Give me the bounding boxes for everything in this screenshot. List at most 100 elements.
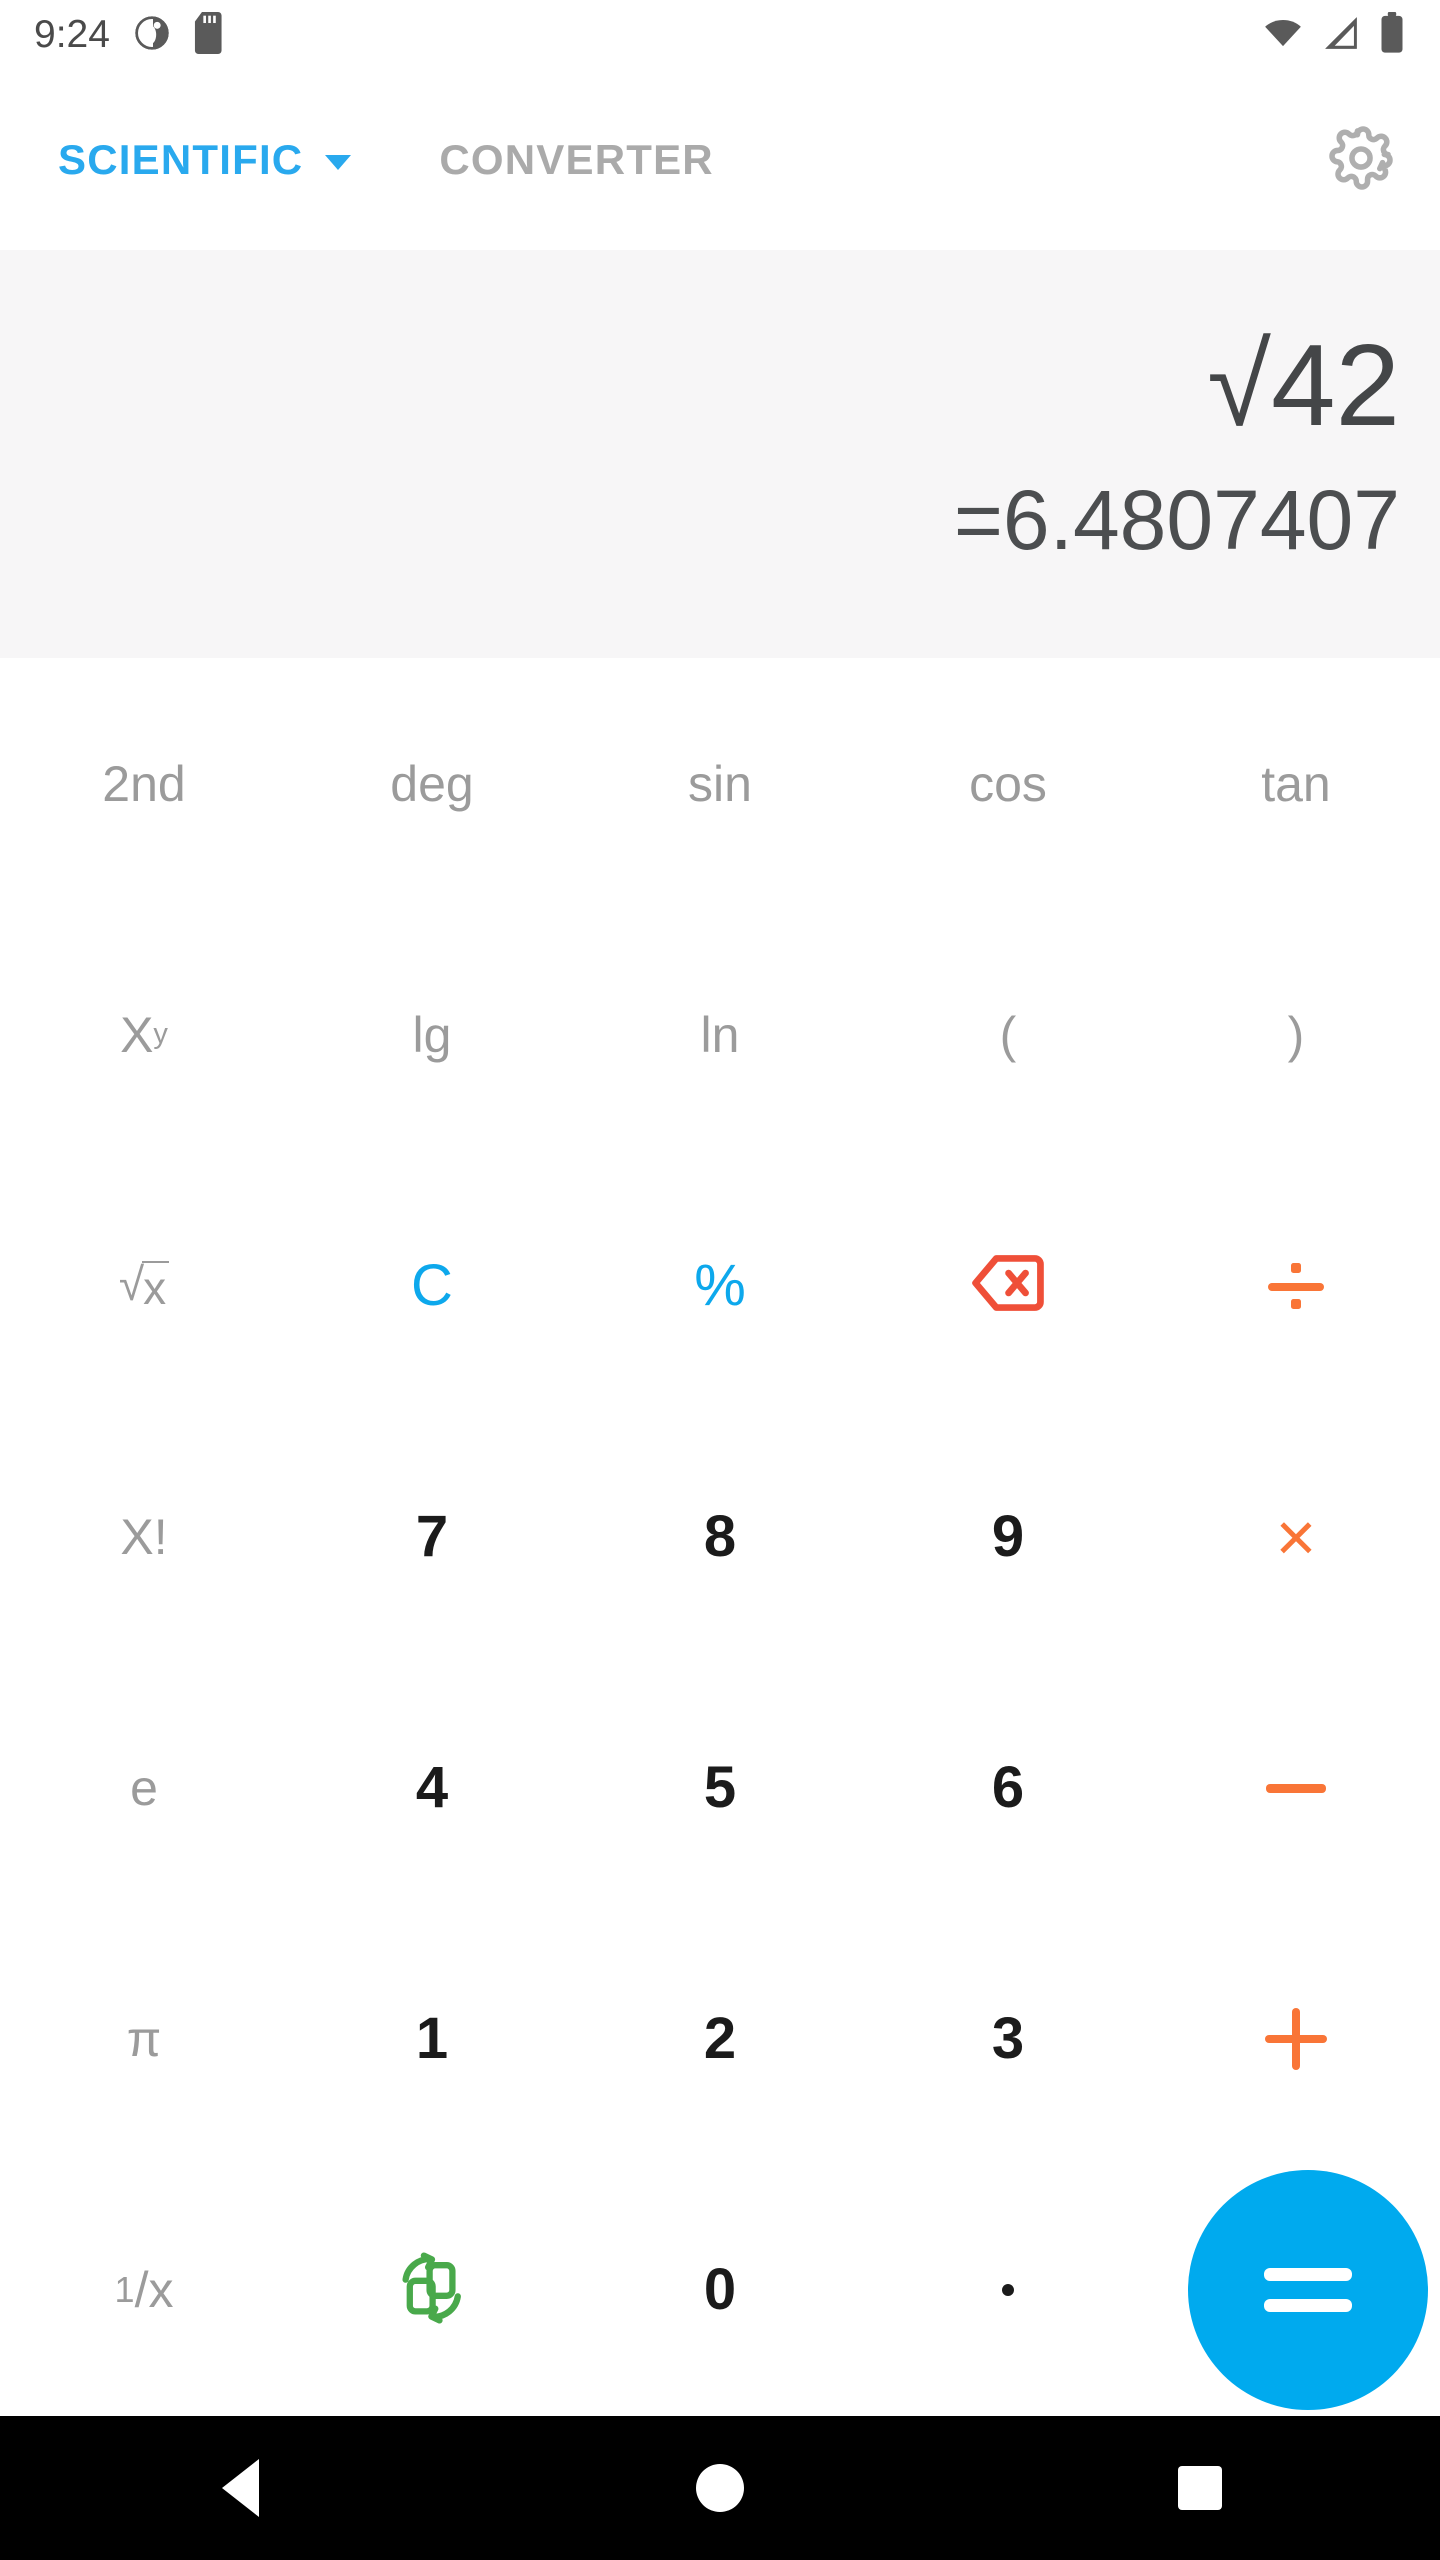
sd-card-icon bbox=[194, 11, 226, 59]
android-nav-bar bbox=[0, 2416, 1440, 2560]
key-digit-8[interactable]: 8 bbox=[576, 1411, 864, 1662]
plus-icon bbox=[1265, 2008, 1327, 2071]
key-digit-6[interactable]: 6 bbox=[864, 1663, 1152, 1914]
key-backspace[interactable] bbox=[864, 1160, 1152, 1411]
key-subtract[interactable] bbox=[1152, 1663, 1440, 1914]
tab-converter[interactable]: CONVERTER bbox=[439, 136, 714, 184]
key-label: X! bbox=[120, 1508, 168, 1565]
decimal-dot-icon bbox=[1002, 2284, 1014, 2297]
key-digit-0[interactable]: 0 bbox=[576, 2165, 864, 2416]
key-digit-4[interactable]: 4 bbox=[288, 1663, 576, 1914]
app-screen: 9:24 SCIENTIFIC CONVERTER √42 =6.4807407… bbox=[0, 0, 1440, 2560]
chevron-down-icon[interactable] bbox=[325, 154, 352, 170]
equals-fab[interactable] bbox=[1188, 2170, 1428, 2411]
calculator-display[interactable]: √42 =6.4807407 bbox=[0, 250, 1440, 658]
do-not-disturb-icon bbox=[132, 13, 172, 58]
equals-icon-bottom bbox=[1264, 2299, 1352, 2313]
key-square-root[interactable]: √ x bbox=[0, 1160, 288, 1411]
nav-recents-button[interactable] bbox=[1125, 2416, 1275, 2560]
minus-icon bbox=[1266, 1783, 1326, 1793]
key-label: ( bbox=[999, 1006, 1017, 1063]
multiply-icon: × bbox=[1275, 1497, 1317, 1576]
equals-icon-top bbox=[1264, 2268, 1352, 2282]
key-natural-log[interactable]: ln bbox=[576, 909, 864, 1160]
cellular-signal-icon bbox=[1320, 12, 1362, 59]
key-label: 8 bbox=[703, 1503, 737, 1569]
key-digit-3[interactable]: 3 bbox=[864, 1914, 1152, 2165]
key-digit-2[interactable]: 2 bbox=[576, 1914, 864, 2165]
tab-scientific[interactable]: SCIENTIFIC bbox=[58, 136, 352, 184]
expression-text: √42 bbox=[1207, 320, 1400, 451]
key-factorial[interactable]: X! bbox=[0, 1411, 288, 1662]
status-bar-left: 9:24 bbox=[34, 11, 226, 59]
nav-back-button[interactable] bbox=[165, 2416, 315, 2560]
key-tangent[interactable]: tan bbox=[1152, 658, 1440, 909]
tab-bar: SCIENTIFIC CONVERTER bbox=[0, 70, 1440, 250]
key-label: sin bbox=[688, 755, 752, 812]
key-second-function[interactable]: 2nd bbox=[0, 658, 288, 909]
power-exponent: y bbox=[153, 1018, 168, 1051]
key-sine[interactable]: sin bbox=[576, 658, 864, 909]
key-label: % bbox=[694, 1252, 746, 1318]
key-label: Xy bbox=[120, 1010, 168, 1060]
key-digit-7[interactable]: 7 bbox=[288, 1411, 576, 1662]
status-bar: 9:24 bbox=[0, 0, 1440, 70]
backspace-icon bbox=[970, 1252, 1046, 1319]
key-euler-e[interactable]: e bbox=[0, 1663, 288, 1914]
key-label: 2 bbox=[703, 2006, 737, 2072]
key-digit-5[interactable]: 5 bbox=[576, 1663, 864, 1914]
key-digit-1[interactable]: 1 bbox=[288, 1914, 576, 2165]
key-open-parenthesis[interactable]: ( bbox=[864, 909, 1152, 1160]
key-add[interactable] bbox=[1152, 1914, 1440, 2165]
status-clock: 9:24 bbox=[34, 13, 110, 56]
key-reciprocal[interactable]: 1/x bbox=[0, 2165, 288, 2416]
key-percent[interactable]: % bbox=[576, 1160, 864, 1411]
key-equals[interactable] bbox=[1152, 2165, 1440, 2416]
key-label: 4 bbox=[415, 1755, 449, 1821]
battery-icon bbox=[1378, 11, 1406, 59]
key-decimal-point[interactable] bbox=[864, 2165, 1152, 2416]
key-power-x-y[interactable]: Xy bbox=[0, 909, 288, 1160]
key-cosine[interactable]: cos bbox=[864, 658, 1152, 909]
result-text: =6.4807407 bbox=[953, 473, 1400, 568]
key-label: 2nd bbox=[102, 755, 186, 812]
key-label: π bbox=[126, 2011, 162, 2068]
key-label: ln bbox=[700, 1006, 740, 1063]
recents-icon bbox=[1178, 2466, 1222, 2510]
key-swap-units[interactable] bbox=[288, 2165, 576, 2416]
key-label: deg bbox=[390, 755, 474, 812]
key-label: 5 bbox=[703, 1755, 737, 1821]
square-root-icon: √ x bbox=[119, 1260, 170, 1311]
swap-icon bbox=[393, 2249, 471, 2332]
key-label: 3 bbox=[991, 2006, 1025, 2072]
power-base: X bbox=[120, 1006, 154, 1063]
keypad: 2nd deg sin cos tan Xy lg ln ( ) √x C % bbox=[0, 658, 1440, 2416]
key-label: 1 bbox=[415, 2006, 449, 2072]
divide-icon bbox=[1265, 1255, 1327, 1317]
key-angle-unit-deg[interactable]: deg bbox=[288, 658, 576, 909]
key-pi[interactable]: π bbox=[0, 1914, 288, 2165]
key-label: 9 bbox=[991, 1503, 1025, 1569]
key-divide[interactable] bbox=[1152, 1160, 1440, 1411]
home-icon bbox=[696, 2464, 744, 2512]
nav-home-button[interactable] bbox=[645, 2416, 795, 2560]
key-label: C bbox=[411, 1252, 453, 1318]
key-label: 7 bbox=[415, 1503, 449, 1569]
key-log-base-10[interactable]: lg bbox=[288, 909, 576, 1160]
settings-button[interactable] bbox=[1316, 115, 1406, 205]
status-bar-right bbox=[1262, 11, 1406, 59]
key-clear[interactable]: C bbox=[288, 1160, 576, 1411]
key-label: ) bbox=[1287, 1006, 1305, 1063]
wifi-icon bbox=[1262, 12, 1304, 59]
key-label: tan bbox=[1261, 755, 1331, 812]
key-label: 1/x bbox=[114, 2262, 174, 2319]
key-label: e bbox=[130, 1760, 158, 1817]
gear-icon bbox=[1326, 123, 1396, 198]
key-label: cos bbox=[969, 755, 1047, 812]
key-label: 6 bbox=[991, 1755, 1025, 1821]
key-close-parenthesis[interactable]: ) bbox=[1152, 909, 1440, 1160]
key-label: lg bbox=[412, 1006, 452, 1063]
key-multiply[interactable]: × bbox=[1152, 1411, 1440, 1662]
tab-scientific-label: SCIENTIFIC bbox=[58, 136, 304, 183]
key-digit-9[interactable]: 9 bbox=[864, 1411, 1152, 1662]
